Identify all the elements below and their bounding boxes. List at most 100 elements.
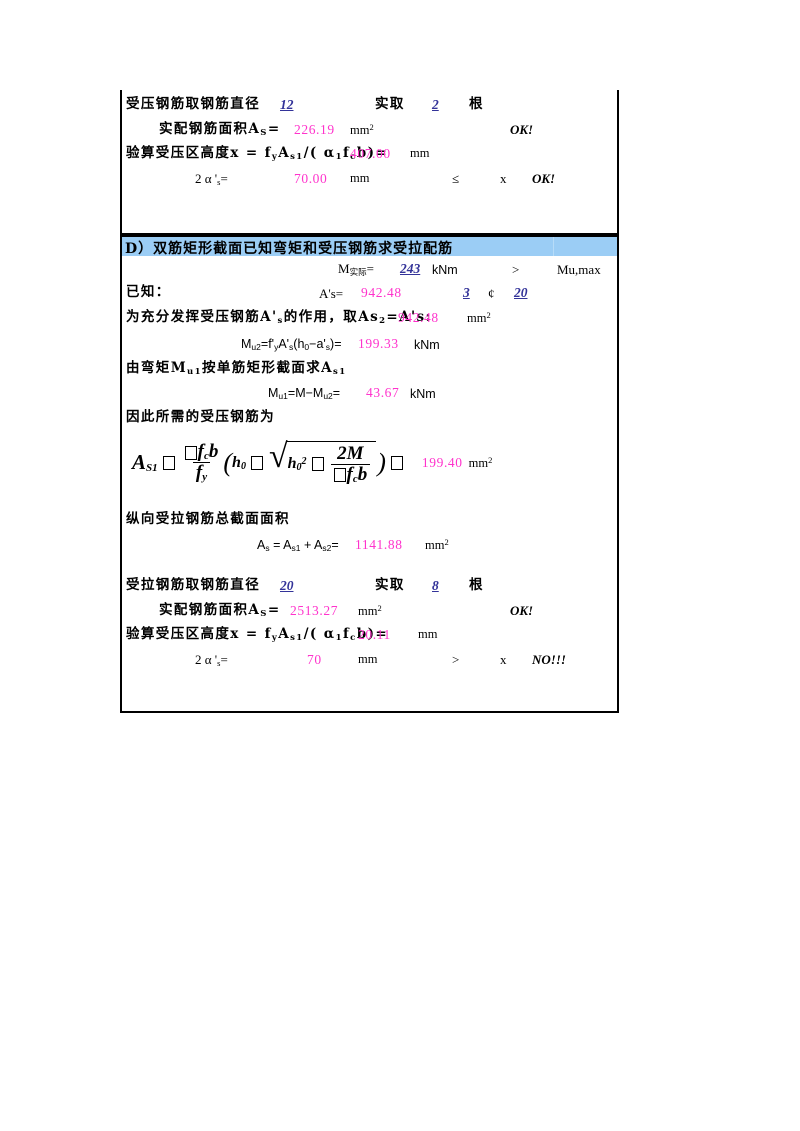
as1-formula-unit: mm2 (469, 455, 493, 471)
compression-diameter-label: 受压钢筋取钢筋直径 (126, 96, 261, 112)
section-d-block: D）双筋矩形截面已知弯矩和受压钢筋求受拉配筋 M实际= 243 kNm > Mu… (120, 235, 619, 713)
tension-provided-area-unit-sup: 2 (377, 603, 382, 613)
tension-provided-area-unit: mm2 (358, 604, 382, 618)
section-header-cell-divider (553, 237, 554, 256)
tension-provided-area-label-text: 实配钢筋面积A (159, 602, 261, 618)
formula-lhs-a: A (132, 450, 147, 475)
mu1-label-m: M (268, 386, 279, 400)
compression-2as-status: OK! (532, 171, 556, 186)
mu2-mid-h0: (h (293, 337, 305, 351)
compression-provided-area-eq: = (267, 121, 281, 137)
formula-fraction-2-numerator: 2M (337, 442, 364, 464)
formula-open-paren: ( (223, 447, 233, 477)
compression-2as-compare: x (500, 171, 507, 186)
compression-provided-area-unit: mm2 (350, 123, 374, 137)
formula-h0-squared: h02 (288, 455, 307, 473)
mu2-value: 199.33 (358, 336, 399, 351)
mu1-unit: kNm (410, 387, 436, 401)
tension-x-mid-alpha: /( α (303, 626, 336, 642)
compression-x-check-label-text: 验算受压区高度x = f (126, 145, 272, 161)
moment-actual-sub: 实际 (349, 268, 367, 278)
rebar-symbol-icon: ¢ (488, 286, 495, 301)
tension-x-mid-a: A (278, 626, 291, 642)
mu1-mid: =M−M (287, 386, 324, 400)
formula-lhs-sub: S1 (146, 462, 158, 475)
section-d-header: D）双筋矩形截面已知弯矩和受压钢筋求受拉配筋 (122, 235, 617, 256)
formula-num-b: b (208, 440, 219, 462)
mu2-label: Mu2=f'yA's(h0−a's)= (241, 338, 342, 352)
as1-formula-result: 199.40 (421, 454, 463, 470)
moment-actual-unit: kNm (432, 263, 458, 277)
tension-provided-area-value: 2513.27 (290, 603, 339, 618)
tension-2as-compare: x (500, 652, 507, 667)
compression-2as-eq: = (220, 171, 228, 186)
tension-provided-area-eq: = (267, 602, 281, 618)
compression-provided-area-status: OK! (510, 122, 534, 137)
total-area-end: = (331, 538, 339, 552)
compression-provided-area-unit-text: mm (350, 123, 370, 137)
total-area-value: 1141.88 (355, 537, 403, 552)
tension-diameter-value[interactable]: 20 (280, 579, 294, 593)
tension-x-check-label: 验算受压区高度x = fyAs1/( α1fcb)= (126, 626, 388, 643)
total-area-unit-sup: 2 (444, 537, 449, 547)
missing-glyph-icon-2 (184, 445, 197, 460)
tension-2as-status: NO!!! (532, 652, 566, 667)
formula-frac2-den-b: b (357, 463, 368, 485)
tension-x-value: 20.11 (358, 627, 391, 642)
compression-diameter-value[interactable]: 12 (280, 98, 294, 112)
moment-actual-label-m: M (338, 261, 350, 276)
moment-max-label: Mu,max (557, 262, 601, 277)
total-area-unit: mm2 (425, 538, 449, 552)
tension-provided-area-label: 实配钢筋面积AS= (159, 602, 281, 619)
formula-h0-h: h (232, 453, 241, 471)
mu2-end: )= (330, 337, 342, 351)
section-d-title: D）双筋矩形截面已知弯矩和受压钢筋求受拉配筋 (125, 241, 454, 256)
missing-glyph-icon-4 (311, 457, 324, 472)
tension-provided-area-status: OK! (510, 603, 534, 618)
tension-2as-unit: mm (358, 652, 378, 666)
mu1-note-label: 由弯矩Mu1按单筋矩形截面求As1 (126, 361, 347, 377)
tension-bar-count-unit: 根 (469, 577, 484, 593)
compression-x-sub-s1: s1 (290, 152, 304, 162)
as2-explanation-label: 为充分发挥受压钢筋A's的作用，取As2=A's: (126, 310, 432, 326)
moment-comparison-operator: > (512, 262, 520, 277)
mu1-note-sub2: s1 (333, 367, 347, 377)
tension-actual-label: 实取 (375, 577, 405, 593)
compression-rebar-result-block: 受压钢筋取钢筋直径 12 实取 2 根 实配钢筋面积AS= 226.19 mm2… (120, 90, 619, 235)
formula-h0sq-sup: 2 (301, 456, 307, 468)
moment-actual-value[interactable]: 243 (400, 262, 420, 276)
formula-fraction-1-denominator: fy (192, 462, 211, 484)
tension-bar-count-value[interactable]: 8 (432, 579, 439, 593)
as2-unit-sup: 2 (486, 310, 491, 320)
compression-2as-label-text: 2 α ' (195, 171, 218, 186)
total-area-mid: = A (269, 538, 292, 552)
tension-2as-label: 2 α 's= (195, 653, 228, 668)
formula-lhs: AS1 (132, 450, 158, 475)
formula-h0: h0 (232, 454, 246, 472)
mu2-mid-as2: −a' (309, 337, 326, 351)
tension-x-unit: mm (418, 627, 438, 641)
known-as-label: A's= (319, 286, 344, 301)
known-bar-count[interactable]: 3 (463, 286, 470, 300)
compression-provided-area-label-text: 实配钢筋面积A (159, 121, 261, 137)
tension-diameter-label: 受拉钢筋取钢筋直径 (126, 577, 261, 593)
as1-formula-unit-sup: 2 (488, 454, 493, 465)
tension-provided-area-unit-text: mm (358, 604, 378, 618)
tension-2as-operator: > (452, 652, 460, 667)
compression-2as-label: 2 α 's= (195, 172, 228, 187)
compression-x-check-label: 验算受压区高度x = fyAs1/( α1fcb)= (126, 145, 388, 162)
compression-2as-operator: ≤ (452, 171, 460, 186)
compression-x-value: 407.00 (350, 146, 391, 161)
mu2-mid-fy: =f' (260, 337, 275, 351)
formula-fraction-2: 2M fcb (330, 442, 371, 485)
formula-sqrt: √ h02 2M fcb (269, 439, 377, 485)
missing-glyph-icon-6 (390, 455, 403, 470)
as1-formula: AS1 fcb fy ( h0 √ h02 2M fcb) 199.40 mm… (132, 435, 492, 491)
known-bar-diameter[interactable]: 20 (514, 286, 528, 300)
known-label: 已知： (126, 284, 171, 300)
compression-provided-area-label: 实配钢筋面积AS= (159, 121, 281, 138)
formula-h0-sub: 0 (240, 460, 246, 472)
compression-actual-label: 实取 (375, 96, 405, 112)
as1-formula-expression: AS1 fcb fy ( h0 √ h02 2M fcb) 199.40 mm… (132, 439, 493, 485)
compression-bar-count-value[interactable]: 2 (432, 98, 439, 112)
